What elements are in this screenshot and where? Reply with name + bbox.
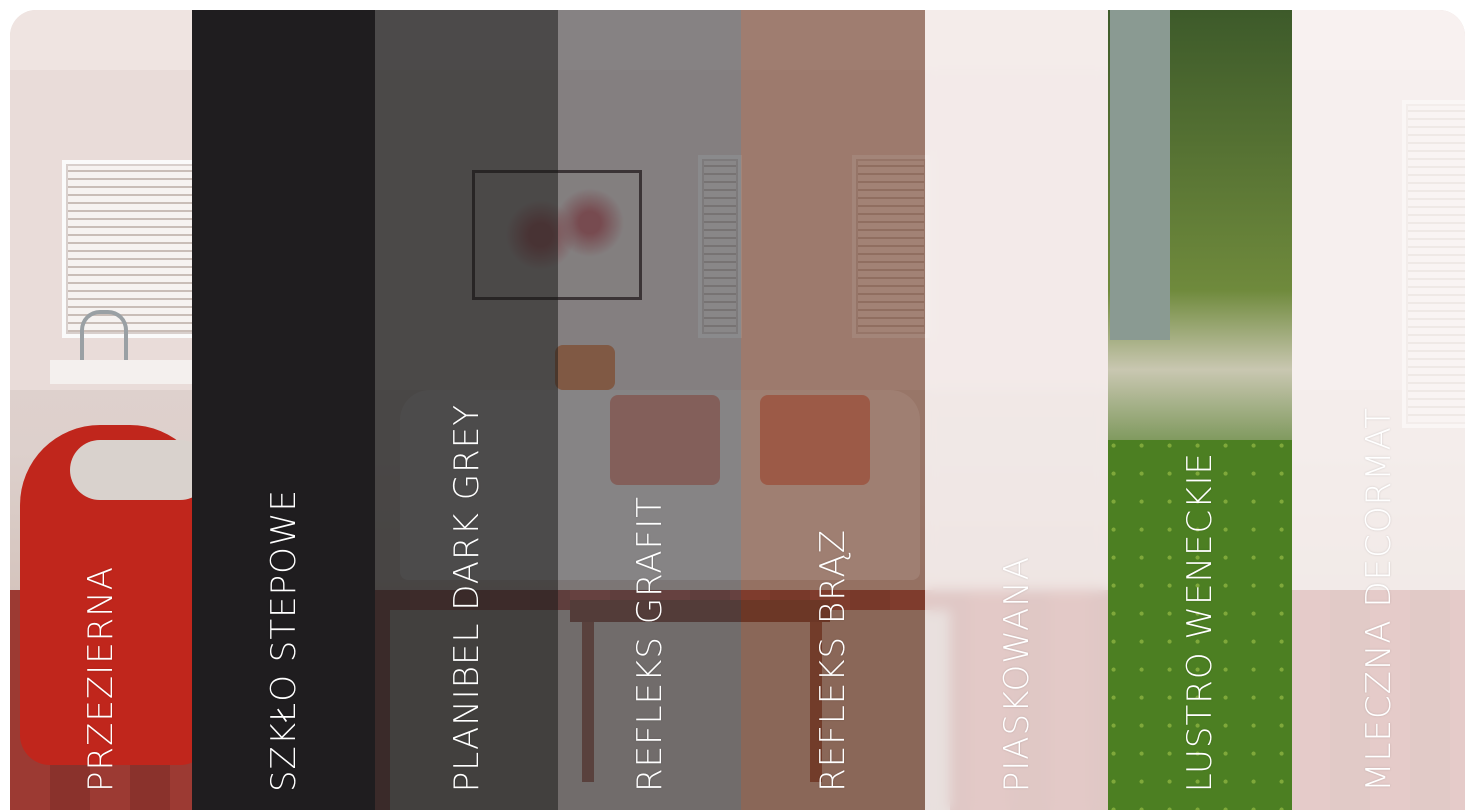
glass-option-label: SZKŁO STEPOWE xyxy=(263,488,304,792)
glass-option-refleks-grafit[interactable]: REFLEKS GRAFIT xyxy=(558,10,741,810)
glass-option-piaskowana[interactable]: PIASKOWANA xyxy=(925,10,1108,810)
glass-option-label: PRZEZIERNA xyxy=(81,565,121,792)
glass-option-label: REFLEKS BRĄZ xyxy=(813,529,853,792)
glass-option-label: LUSTRO WENECKIE xyxy=(1180,451,1220,792)
glass-option-przezierna[interactable]: PRZEZIERNA xyxy=(10,10,192,810)
glass-selector: PRZEZIERNA SZKŁO STEPOWE PLANIBEL DARK G… xyxy=(10,10,1465,810)
glass-option-lustro-weneckie[interactable]: LUSTRO WENECKIE xyxy=(1108,10,1292,810)
glass-option-refleks-braz[interactable]: REFLEKS BRĄZ xyxy=(741,10,925,810)
glass-option-label: REFLEKS GRAFIT xyxy=(629,496,670,792)
glass-option-planibel-dark-grey[interactable]: PLANIBEL DARK GREY xyxy=(375,10,558,810)
glass-option-label: MLECZNA DECORMAT xyxy=(1358,407,1399,792)
glass-option-label: PIASKOWANA xyxy=(996,555,1037,792)
glass-option-szklo-stepowe[interactable]: SZKŁO STEPOWE xyxy=(192,10,375,810)
glass-option-mleczna-decormat[interactable]: MLECZNA DECORMAT xyxy=(1292,10,1465,810)
glass-option-label: PLANIBEL DARK GREY xyxy=(446,403,487,792)
